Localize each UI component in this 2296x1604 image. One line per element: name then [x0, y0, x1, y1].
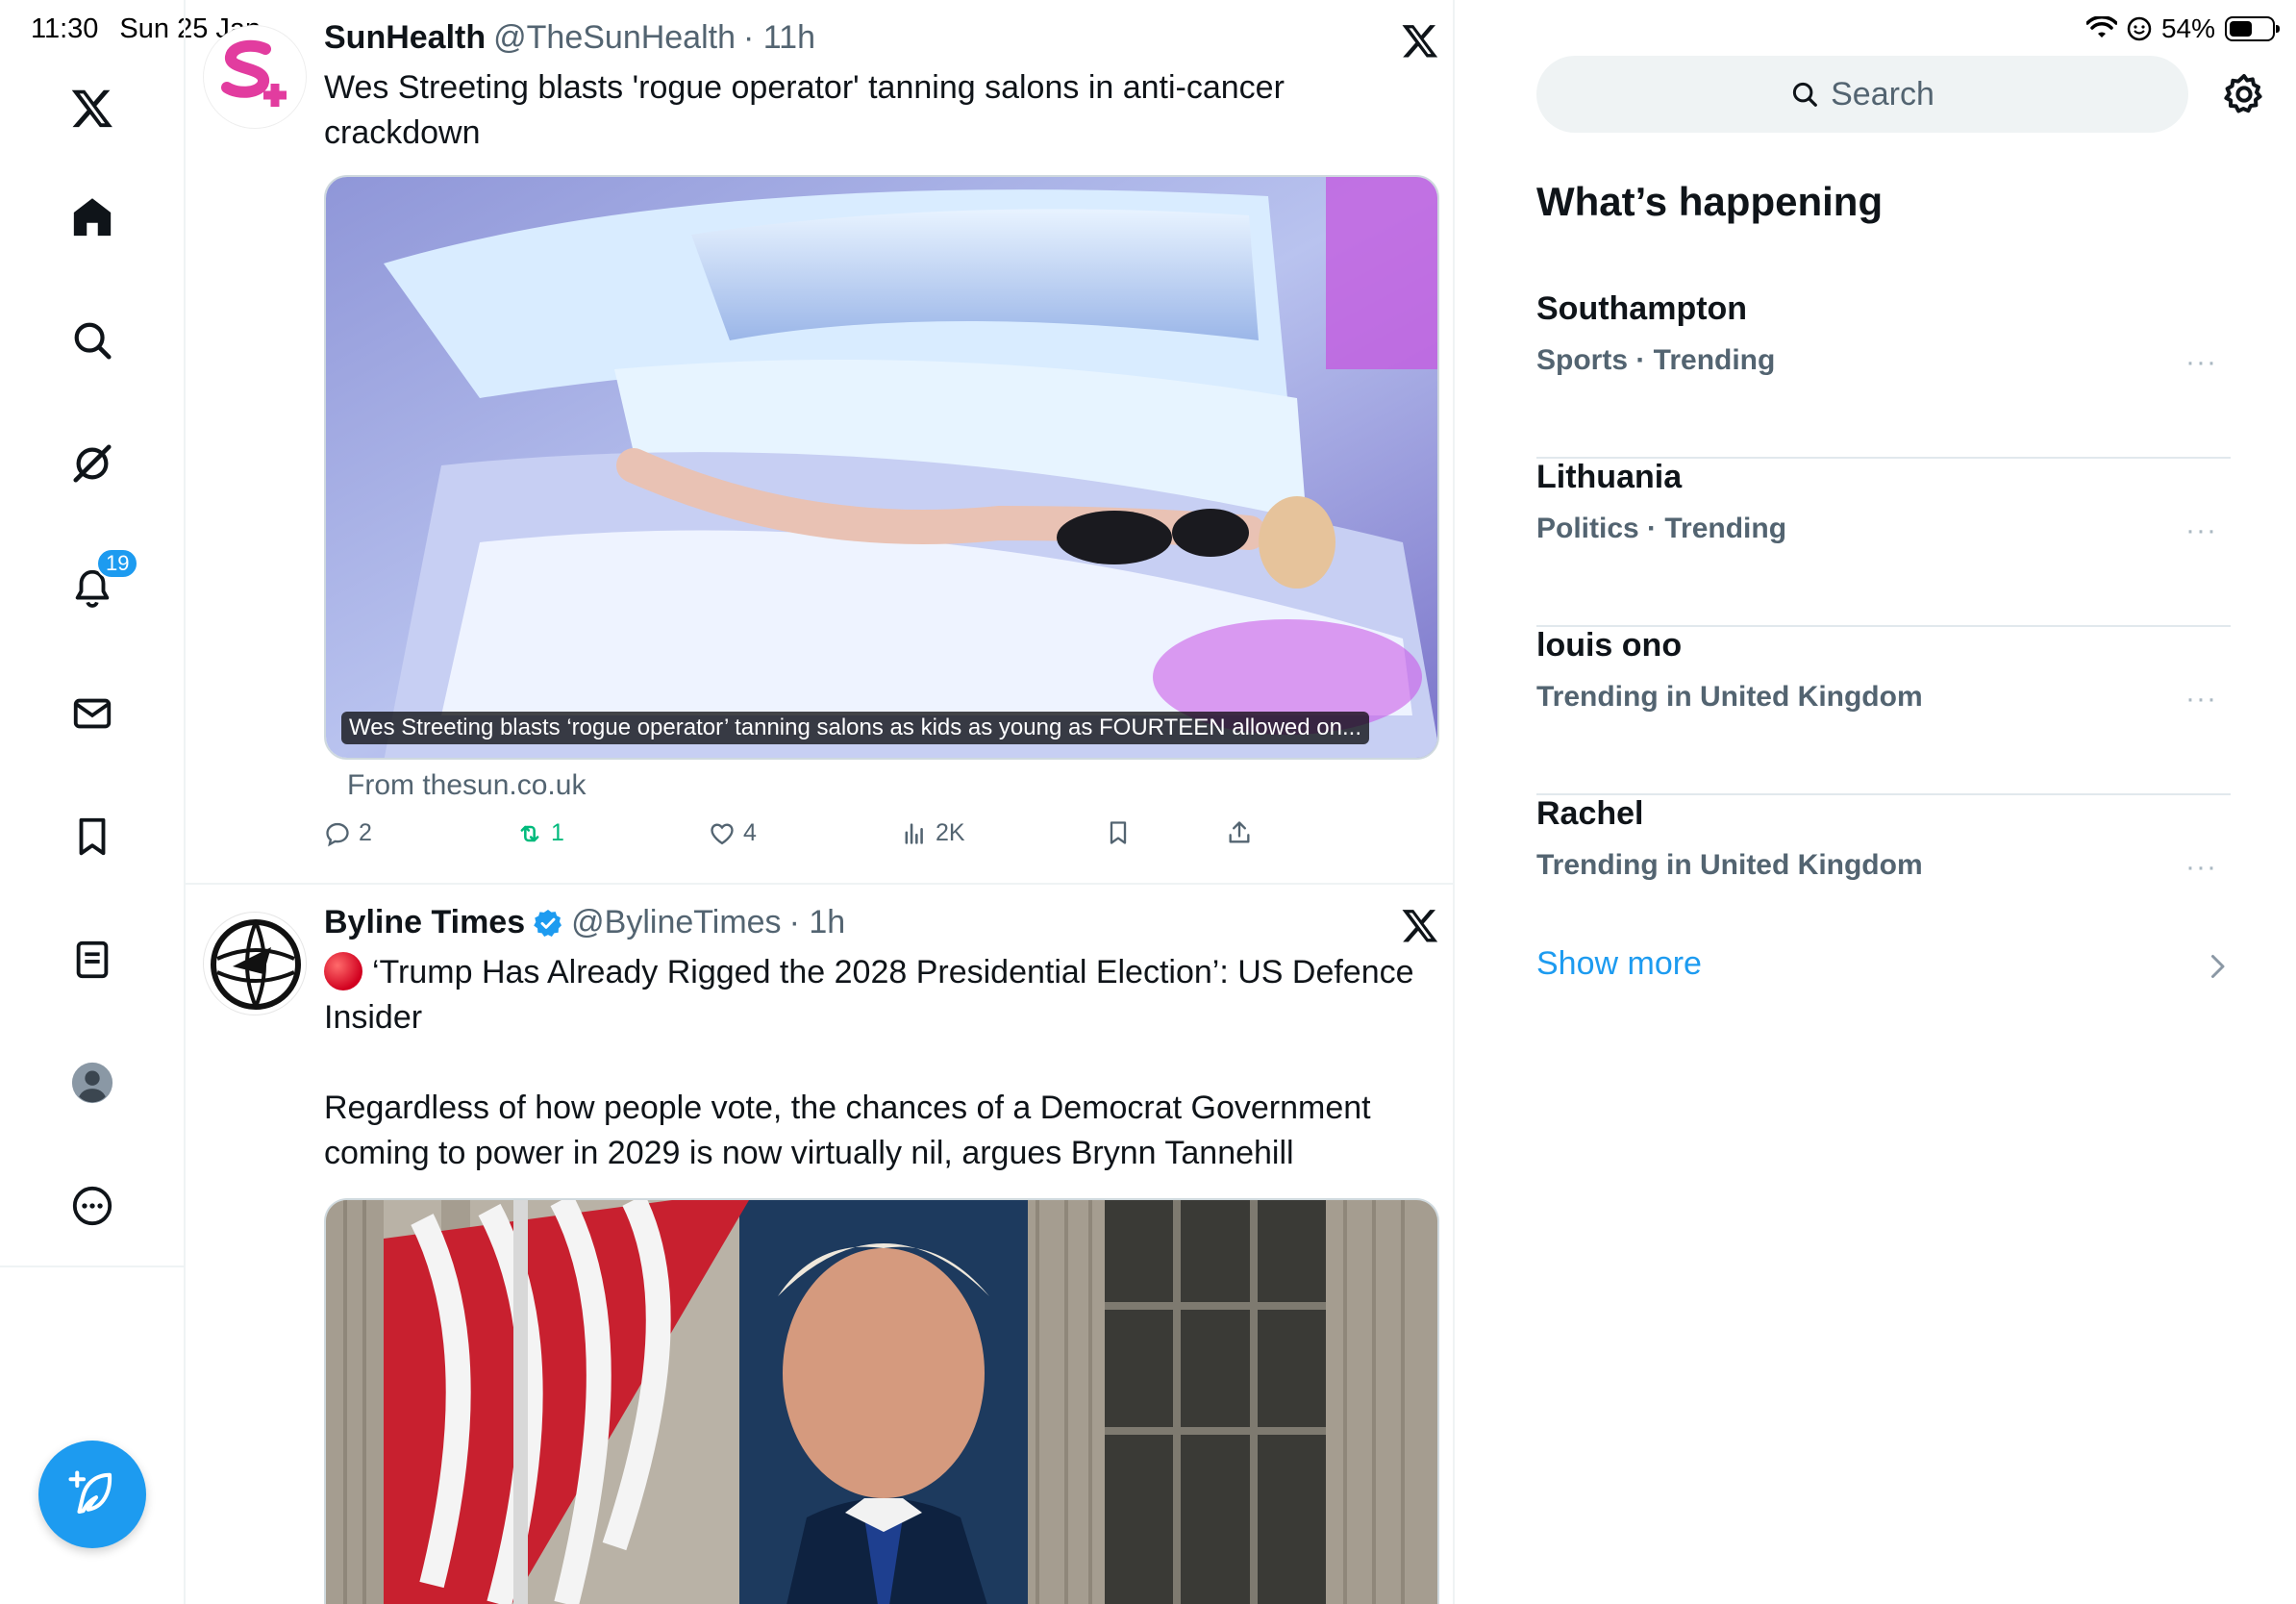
profile-icon[interactable]: [58, 1048, 127, 1117]
show-more-link[interactable]: Show more: [1536, 945, 1702, 983]
trump-banner-image: [326, 1200, 1437, 1604]
share-icon: [1229, 821, 1250, 843]
more-icon[interactable]: [58, 1171, 127, 1241]
chevron-right-icon[interactable]: [2206, 952, 2229, 981]
tweet-time: · 11h: [743, 19, 815, 56]
like-count: 4: [743, 819, 757, 846]
repost-icon: [520, 825, 539, 841]
left-navigation: 19: [0, 0, 186, 1604]
tweet-link-card-image[interactable]: Wes Streeting blasts ‘rogue operator’ ta…: [324, 175, 1439, 760]
trend-more-icon[interactable]: ···: [2185, 346, 2217, 379]
whats-happening-title: What’s happening: [1536, 179, 1884, 224]
tweet-text-content: ‘Trump Has Already Rigged the 2028 Presi…: [324, 954, 1414, 1171]
dismiss-x-icon[interactable]: [1401, 21, 1439, 60]
trend-name: Southampton: [1536, 290, 1748, 327]
author-handle[interactable]: @BylineTimes: [571, 904, 781, 941]
views-button[interactable]: 2K: [901, 819, 965, 847]
trend-item[interactable]: Southampton Sports · Trending ···: [1536, 290, 2231, 459]
dismiss-x-icon[interactable]: [1401, 906, 1439, 944]
x-logo-icon[interactable]: [58, 73, 127, 142]
trend-category: Trending in United Kingdom: [1536, 681, 1923, 713]
trend-category: Politics · Trending: [1536, 513, 1787, 544]
search-icon[interactable]: [58, 306, 127, 375]
repost-count: 1: [551, 819, 564, 846]
tanning-bed-image: [326, 177, 1437, 758]
reply-button[interactable]: 2: [324, 819, 372, 847]
tweet-actions: 2 1 4 2K: [324, 819, 1285, 858]
trend-more-icon[interactable]: ···: [2185, 514, 2217, 547]
trend-more-icon[interactable]: ···: [2185, 683, 2217, 715]
bookmark-icon: [1110, 821, 1127, 844]
focus-face-icon: [2127, 16, 2152, 41]
author-handle[interactable]: @TheSunHealth: [493, 19, 736, 57]
lists-icon[interactable]: [58, 925, 127, 994]
heart-icon: [711, 822, 734, 844]
red-circle-emoji-icon: [324, 952, 362, 990]
settings-gear-icon[interactable]: [2221, 71, 2267, 117]
trend-name: Rachel: [1536, 795, 1644, 832]
link-card-caption: Wes Streeting blasts ‘rogue operator’ ta…: [341, 712, 1369, 744]
nav-divider: [0, 1266, 186, 1267]
bookmark-button[interactable]: [1105, 819, 1132, 846]
battery-icon: [2225, 16, 2280, 41]
search-input[interactable]: Search: [1536, 56, 2188, 133]
link-source[interactable]: From thesun.co.uk: [347, 769, 586, 802]
trend-item[interactable]: louis ono Trending in United Kingdom ···: [1536, 627, 2231, 795]
trend-category: Sports · Trending: [1536, 344, 1776, 376]
repost-button[interactable]: 1: [516, 819, 564, 847]
author-name[interactable]: Byline Times: [324, 904, 525, 941]
search-icon: [1793, 82, 1817, 107]
reply-count: 2: [359, 819, 372, 846]
grok-icon[interactable]: [58, 429, 127, 498]
tweet-text: Wes Streeting blasts 'rogue operator' ta…: [324, 69, 1285, 151]
view-count: 2K: [936, 819, 965, 846]
tweet-divider: [186, 883, 1453, 885]
wifi-icon: [2085, 16, 2117, 38]
bookmarks-icon[interactable]: [58, 802, 127, 871]
tweet-header: Byline Times @BylineTimes · 1h: [324, 904, 845, 941]
views-chart-icon: [905, 822, 923, 844]
compose-post-button[interactable]: [38, 1441, 146, 1548]
trend-category: Trending in United Kingdom: [1536, 849, 1923, 881]
tweet-image[interactable]: [324, 1198, 1439, 1604]
bylinetimes-avatar[interactable]: [203, 912, 307, 1015]
sunhealth-avatar[interactable]: [203, 25, 307, 129]
trend-item[interactable]: Lithuania Politics · Trending ···: [1536, 459, 2231, 627]
home-icon[interactable]: [58, 183, 127, 252]
status-indicators: 54%: [2085, 13, 2280, 44]
trend-name: louis ono: [1536, 627, 1683, 664]
author-name[interactable]: SunHealth: [324, 19, 486, 57]
trend-name: Lithuania: [1536, 459, 1683, 495]
compose-feather-icon: [68, 1470, 112, 1515]
reply-icon: [326, 822, 349, 846]
search-placeholder: Search: [1831, 75, 1934, 113]
messages-icon[interactable]: [58, 679, 127, 748]
verified-badge-icon: [534, 909, 562, 937]
notifications-badge: 19: [96, 548, 139, 579]
tweet-text: ‘Trump Has Already Rigged the 2028 Presi…: [324, 950, 1439, 1176]
battery-percent: 54%: [2160, 13, 2215, 43]
tweet-time: · 1h: [788, 904, 846, 940]
timeline-feed: SunHealth @TheSunHealth · 11h Wes Street…: [186, 0, 1455, 1604]
tweet-header: SunHealth @TheSunHealth · 11h: [324, 19, 815, 57]
share-button[interactable]: [1226, 819, 1253, 846]
trend-more-icon[interactable]: ···: [2185, 851, 2217, 884]
trend-item[interactable]: Rachel Trending in United Kingdom ···: [1536, 795, 2231, 964]
notifications-icon[interactable]: 19: [58, 548, 139, 623]
like-button[interactable]: 4: [709, 819, 757, 847]
